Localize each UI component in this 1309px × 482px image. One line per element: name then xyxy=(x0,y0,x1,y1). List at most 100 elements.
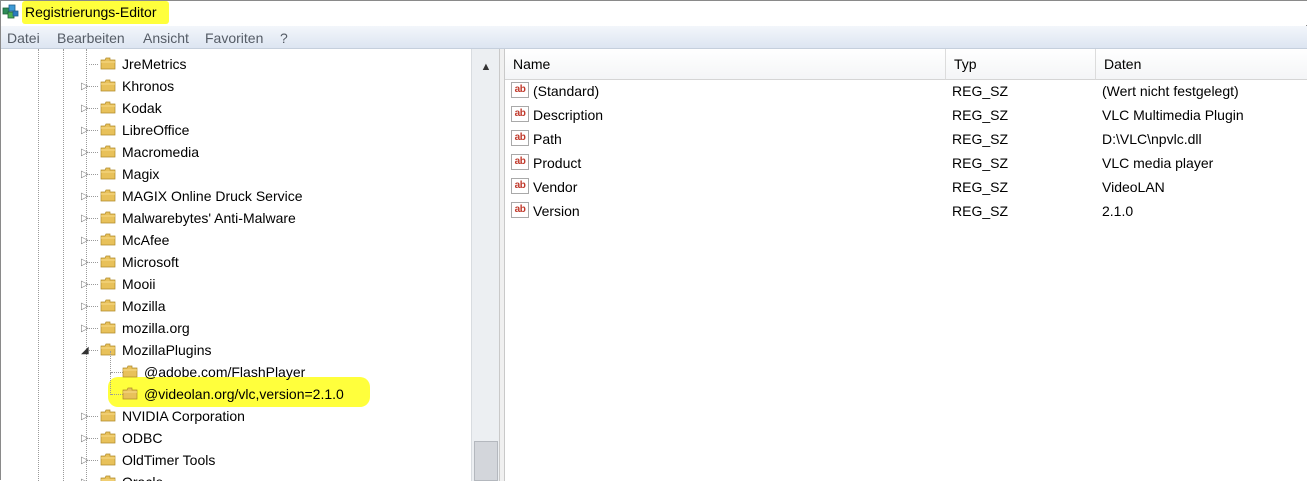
value-name: Path xyxy=(533,131,562,147)
menu-favoriten[interactable]: Favoriten xyxy=(205,30,263,46)
tree-node-label: NVIDIA Corporation xyxy=(122,408,245,424)
value-row[interactable]: ab Product REG_SZ VLC media player xyxy=(505,153,1307,177)
expand-arrow-icon[interactable]: ▷ xyxy=(81,433,89,445)
value-row[interactable]: ab (Standard) REG_SZ (Wert nicht festgelegt… xyxy=(505,81,1307,105)
scroll-up-arrow-icon[interactable]: ▲ xyxy=(475,57,497,77)
tree-node[interactable]: ▷ Mozilla xyxy=(1,296,471,318)
value-row[interactable]: ab Version REG_SZ 2.1.0 xyxy=(505,201,1307,225)
value-row[interactable]: ab Vendor REG_SZ VideoLAN xyxy=(505,177,1307,201)
expand-arrow-icon[interactable]: ▷ xyxy=(81,411,89,423)
tree-node[interactable]: ▷ Oracle xyxy=(1,472,471,481)
tree-connector xyxy=(89,218,98,219)
tree-node[interactable]: ▷ Malwarebytes' Anti-Malware xyxy=(1,208,471,230)
expand-arrow-icon[interactable]: ▷ xyxy=(81,279,89,291)
tree-node-selected[interactable]: @videolan.org/vlc,version=2.1.0 xyxy=(1,373,471,406)
scroll-thumb[interactable] xyxy=(474,441,498,481)
key-tree-pane[interactable]: JreMetrics ▷ Khronos ▷ Kodak ▷ LibreOffice ▷ Mac… xyxy=(1,49,499,481)
tree-node[interactable]: ▷ Khronos xyxy=(1,76,471,98)
expand-arrow-icon[interactable]: ▷ xyxy=(81,125,89,137)
folder-icon xyxy=(100,101,116,114)
tree-node-label: Kodak xyxy=(122,100,162,116)
values-list-pane[interactable]: Name Typ Daten ab (Standard) REG_SZ (Wert n… xyxy=(505,49,1307,481)
tree-connector xyxy=(89,240,98,241)
value-data: 2.1.0 xyxy=(1102,203,1134,219)
expand-arrow-icon[interactable]: ▷ xyxy=(81,235,89,247)
tree-scrollbar[interactable]: ▲ xyxy=(471,49,499,481)
expand-arrow-icon[interactable]: ▷ xyxy=(81,301,89,313)
value-type: REG_SZ xyxy=(952,155,1009,171)
tree-node[interactable]: ▷ LibreOffice xyxy=(1,120,471,142)
menu-ansicht[interactable]: Ansicht xyxy=(143,30,189,46)
folder-icon xyxy=(100,321,116,334)
tree-node-label: Oracle xyxy=(122,473,163,481)
menu-bar xyxy=(1,26,1307,49)
expand-arrow-icon[interactable]: ▷ xyxy=(81,147,89,159)
value-row[interactable]: ab Description REG_SZ VLC Multimedia Plugin xyxy=(505,105,1307,129)
expand-arrow-icon[interactable]: ▷ xyxy=(81,257,89,269)
value-type: REG_SZ xyxy=(952,179,1009,195)
menu-help[interactable]: ? xyxy=(280,30,288,46)
tree-connector xyxy=(89,262,98,263)
column-header-data[interactable]: Daten xyxy=(1096,49,1307,80)
tree-node-label: McAfee xyxy=(122,232,170,248)
tree-node[interactable]: ▷ NVIDIA Corporation xyxy=(1,406,471,428)
string-value-icon: ab xyxy=(511,178,529,194)
value-type: REG_SZ xyxy=(952,131,1009,147)
expand-arrow-icon[interactable]: ▷ xyxy=(81,323,89,335)
expand-arrow-icon[interactable]: ▷ xyxy=(81,191,89,203)
tree-node[interactable]: ▷ Macromedia xyxy=(1,142,471,164)
value-name: Description xyxy=(533,107,604,123)
title-bar[interactable] xyxy=(1,1,1307,25)
menu-bearbeiten[interactable]: Bearbeiten xyxy=(57,30,125,46)
expand-arrow-icon[interactable]: ▷ xyxy=(81,103,89,115)
value-data: VLC media player xyxy=(1102,155,1214,171)
tree-node[interactable]: ◢ MozillaPlugins xyxy=(1,340,471,362)
tree-node[interactable]: ▷ ODBC xyxy=(1,428,471,450)
tree-node[interactable]: ▷ McAfee xyxy=(1,230,471,252)
tree-node[interactable]: JreMetrics xyxy=(1,54,471,76)
folder-icon xyxy=(100,79,116,92)
tree-connector xyxy=(89,196,98,197)
tree-connector xyxy=(89,416,98,417)
menu-datei[interactable]: Datei xyxy=(7,30,40,46)
string-value-icon: ab xyxy=(511,154,529,170)
folder-icon xyxy=(122,387,138,400)
tree-node[interactable]: ▷ MAGIX Online Druck Service xyxy=(1,186,471,208)
tree-node[interactable]: ▷ Magix xyxy=(1,164,471,186)
expand-arrow-icon[interactable]: ▷ xyxy=(81,169,89,181)
tree-node[interactable]: ▷ Mooii xyxy=(1,274,471,296)
expand-arrow-icon[interactable]: ▷ xyxy=(81,455,89,467)
expand-arrow-icon[interactable]: ▷ xyxy=(81,81,89,93)
tree-node-label: OldTimer Tools xyxy=(122,452,216,468)
tree-node-label: Khronos xyxy=(122,78,175,94)
column-header-name[interactable]: Name xyxy=(505,49,946,80)
folder-icon xyxy=(100,431,116,444)
expand-arrow-icon[interactable]: ▷ xyxy=(81,477,89,481)
value-type: REG_SZ xyxy=(952,203,1009,219)
tree-connector xyxy=(89,460,98,461)
tree-node[interactable]: ▷ Kodak xyxy=(1,98,471,120)
tree-node-label: MozillaPlugins xyxy=(122,342,212,358)
column-header-type[interactable]: Typ xyxy=(946,49,1096,80)
folder-icon xyxy=(100,277,116,290)
expand-arrow-icon[interactable]: ▷ xyxy=(81,213,89,225)
tree-connector xyxy=(89,284,98,285)
tree-node[interactable]: ▷ OldTimer Tools xyxy=(1,450,471,472)
value-name: Vendor xyxy=(533,179,578,195)
tree-node-label: @adobe.com/FlashPlayer xyxy=(144,364,306,380)
tree-connector xyxy=(89,152,98,153)
tree-node-label: ODBC xyxy=(122,430,163,446)
folder-icon xyxy=(100,167,116,180)
tree-node[interactable]: ▷ Microsoft xyxy=(1,252,471,274)
collapse-arrow-icon[interactable]: ◢ xyxy=(81,345,89,357)
folder-icon xyxy=(100,343,116,356)
window-title: Registrierungs-Editor xyxy=(25,4,157,20)
tree-node[interactable]: @adobe.com/FlashPlayer xyxy=(1,351,471,384)
folder-icon xyxy=(100,145,116,158)
value-row[interactable]: ab Path REG_SZ D:\VLC\npvlc.dll xyxy=(505,129,1307,153)
tree-node-label: mozilla.org xyxy=(122,320,190,336)
tree-guide-line xyxy=(110,351,111,373)
value-type: REG_SZ xyxy=(952,83,1009,99)
tree-guide-line xyxy=(110,373,111,395)
tree-node[interactable]: ▷ mozilla.org xyxy=(1,318,471,340)
